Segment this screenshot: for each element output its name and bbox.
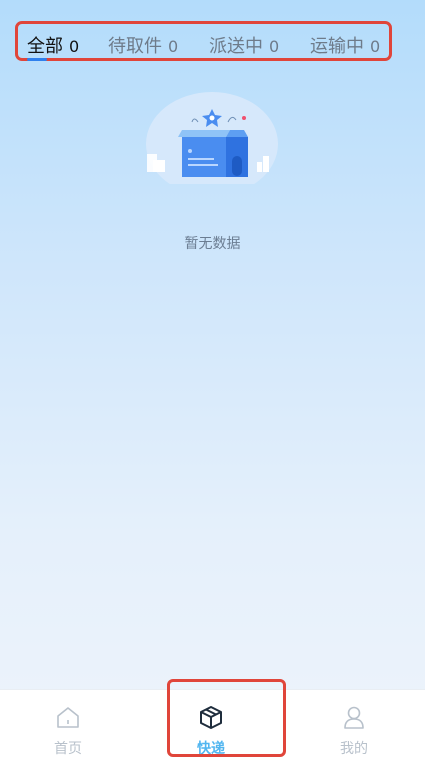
tabbar-label-express: 快递 <box>197 741 225 757</box>
tabbar-item-express[interactable]: 快递 <box>161 690 261 762</box>
tab-delivering-count: 0 <box>269 37 280 56</box>
tab-all[interactable]: 全部 0 <box>27 32 80 61</box>
empty-box-illustration <box>146 92 278 184</box>
empty-state-text: 暂无数据 <box>184 236 241 252</box>
bottom-tab-bar: 首页 快递 我的 <box>0 689 425 762</box>
tab-pending-pickup-count: 0 <box>168 37 179 56</box>
person-icon <box>344 706 364 729</box>
tabbar-item-mine[interactable]: 我的 <box>304 690 404 762</box>
active-tab-underline <box>27 58 47 61</box>
tab-pending-pickup[interactable]: 待取件 0 <box>108 32 178 58</box>
tab-pending-pickup-label: 待取件 <box>108 36 162 57</box>
tab-in-transit-label: 运输中 <box>310 36 364 57</box>
home-icon <box>57 707 79 728</box>
tab-in-transit[interactable]: 运输中 0 <box>310 32 380 58</box>
tab-all-label: 全部 <box>27 36 63 57</box>
tab-delivering[interactable]: 派送中 0 <box>209 32 279 58</box>
tabbar-label-home: 首页 <box>54 741 82 757</box>
filter-tabs-bar: 全部 0 待取件 0 派送中 0 运输中 0 <box>15 21 392 61</box>
tabbar-label-mine: 我的 <box>340 741 368 757</box>
tabbar-item-home[interactable]: 首页 <box>18 690 118 762</box>
package-box-icon <box>200 706 222 729</box>
tab-in-transit-count: 0 <box>370 37 381 56</box>
tab-all-count: 0 <box>69 37 80 56</box>
tab-delivering-label: 派送中 <box>209 36 263 57</box>
